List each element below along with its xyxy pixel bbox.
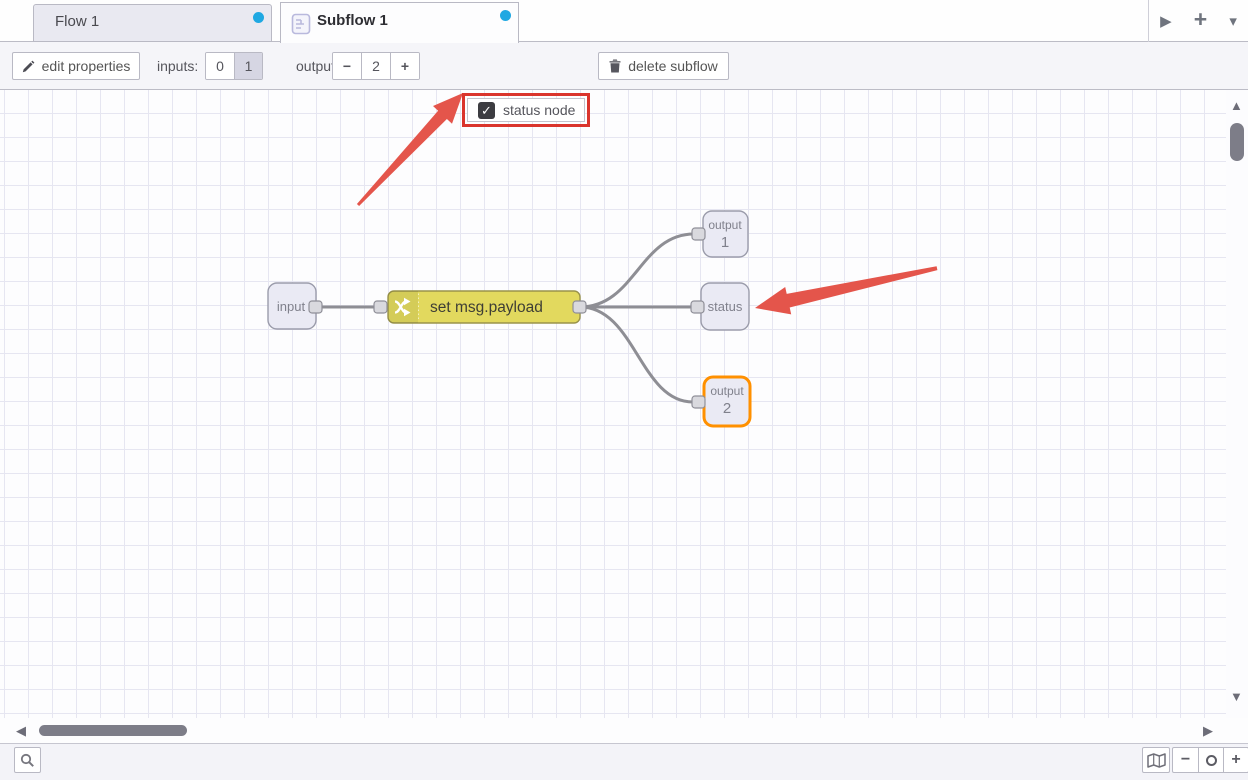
checked-checkbox-icon[interactable]: ✓ [478, 102, 495, 119]
node-red-subflow-editor: Flow 1 Subflow 1 ▶ + ▾ edit pr [0, 0, 1248, 780]
node-change-label: set msg.payload [430, 299, 543, 316]
inputs-option-0[interactable]: 0 [206, 53, 234, 79]
flow-list-caret-icon[interactable]: ▾ [1229, 14, 1237, 29]
flow-svg: input set msg.payload [0, 90, 1226, 718]
subflow-icon [290, 13, 312, 40]
tab-scroll-right-icon[interactable]: ▶ [1160, 14, 1172, 29]
modified-dot [253, 12, 264, 23]
scroll-down-icon[interactable]: ▼ [1230, 690, 1243, 703]
edit-properties-button[interactable]: edit properties [12, 52, 140, 80]
map-icon [1147, 753, 1166, 768]
scroll-up-icon[interactable]: ▲ [1230, 99, 1243, 112]
annotation-arrow-to-status-checkbox [357, 93, 463, 206]
flow-canvas[interactable]: input set msg.payload [0, 90, 1226, 718]
wire[interactable] [580, 307, 693, 402]
node-output-1-number: 1 [721, 234, 729, 251]
pencil-icon [22, 60, 35, 73]
node-output-2-label: output [710, 384, 744, 398]
node-output-2[interactable]: output 2 [692, 377, 750, 426]
node-output-1[interactable]: output 1 [692, 211, 748, 257]
node-input-label: input [277, 299, 306, 314]
search-button[interactable] [14, 747, 41, 773]
port[interactable] [309, 301, 322, 313]
tab-flow-1[interactable]: Flow 1 [33, 4, 272, 42]
footer-bar: − + [0, 743, 1248, 780]
annotation-arrow-to-status-node [755, 266, 937, 314]
status-node-annotation-box: ✓ status node [462, 93, 590, 127]
outputs-decrease-button[interactable]: − [333, 53, 361, 79]
node-input[interactable]: input [268, 283, 322, 329]
status-node-toggle-button[interactable]: ✓ status node [467, 98, 585, 122]
tab-flow-1-label: Flow 1 [55, 13, 99, 30]
horizontal-scrollbar[interactable]: ◀ ▶ [0, 718, 1248, 743]
minimap-toggle-button[interactable] [1142, 747, 1170, 773]
zoom-reset-button[interactable] [1198, 748, 1223, 772]
zoom-in-button[interactable]: + [1223, 748, 1248, 772]
node-output-2-number: 2 [723, 400, 731, 417]
search-icon [20, 753, 35, 768]
vertical-scrollbar[interactable]: ▲ ▼ [1226, 90, 1248, 718]
outputs-value[interactable]: 2 [361, 53, 390, 79]
subflow-toolbar: edit properties inputs: 0 1 outputs: − 2… [0, 42, 1248, 90]
modified-dot [500, 10, 511, 21]
zoom-controls: − + [1172, 747, 1248, 773]
inputs-option-1[interactable]: 1 [234, 53, 262, 79]
horizontal-scroll-thumb[interactable] [39, 725, 187, 736]
wire[interactable] [580, 234, 694, 307]
port[interactable] [692, 396, 705, 408]
scroll-left-icon[interactable]: ◀ [16, 724, 26, 737]
status-node-label: status node [503, 102, 575, 118]
port[interactable] [573, 301, 586, 313]
delete-subflow-button[interactable]: delete subflow [598, 52, 729, 80]
node-output-1-label: output [708, 218, 742, 232]
inputs-toggle-group: 0 1 [205, 52, 263, 80]
node-status[interactable]: status [691, 283, 749, 330]
port[interactable] [692, 228, 705, 240]
outputs-spinner-group: − 2 + [332, 52, 420, 80]
port[interactable] [374, 301, 387, 313]
zoom-out-button[interactable]: − [1173, 748, 1198, 772]
add-flow-icon[interactable]: + [1194, 8, 1207, 31]
circle-icon [1206, 755, 1217, 766]
port[interactable] [691, 301, 704, 313]
trash-icon [609, 59, 621, 73]
tab-subflow-1-label: Subflow 1 [317, 12, 388, 29]
inputs-label: inputs: [157, 52, 198, 80]
edit-properties-label: edit properties [42, 58, 131, 74]
tabbar-controls: ▶ + ▾ [1148, 0, 1248, 42]
vertical-scroll-thumb[interactable] [1230, 123, 1244, 161]
outputs-increase-button[interactable]: + [390, 53, 419, 79]
scroll-right-icon[interactable]: ▶ [1203, 724, 1213, 737]
node-status-label: status [708, 299, 743, 314]
tab-subflow-1[interactable]: Subflow 1 [280, 2, 519, 43]
workspace-tabbar: Flow 1 Subflow 1 ▶ + ▾ [0, 0, 1248, 42]
node-change[interactable]: set msg.payload [374, 291, 586, 323]
delete-subflow-label: delete subflow [628, 58, 718, 74]
